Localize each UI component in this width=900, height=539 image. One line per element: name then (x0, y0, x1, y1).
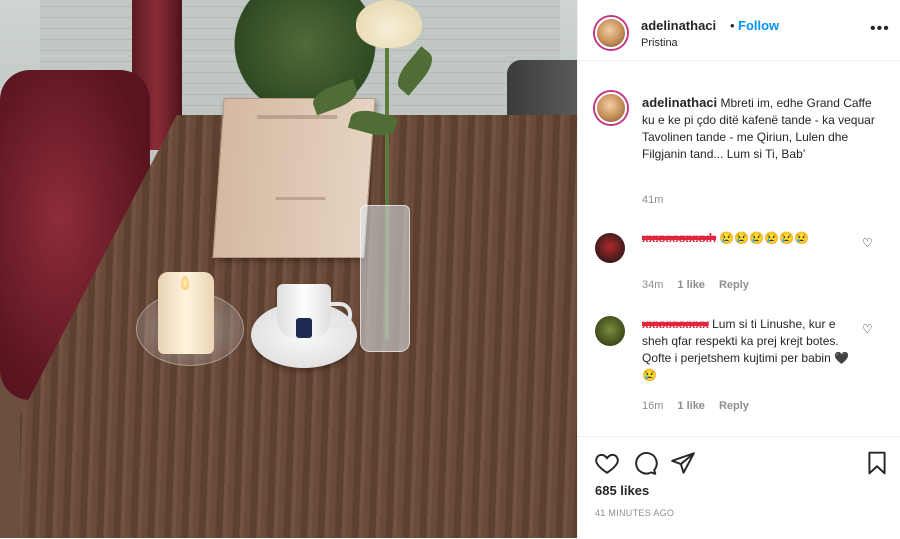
bookmark-icon[interactable] (864, 450, 890, 476)
comment-meta: 34m 1 like Reply (642, 279, 749, 291)
follow-button[interactable]: Follow (738, 18, 779, 33)
comment-text: xxxxxxxxxx Lum si ti Linushe, kur e sheh… (642, 316, 862, 384)
action-bar: 685 likes 41 minutes ago (578, 436, 900, 539)
comment-like-heart-icon[interactable]: ♡ (862, 236, 873, 250)
location-link[interactable]: Pristina (641, 37, 678, 49)
reply-button[interactable]: Reply (719, 279, 749, 291)
instagram-post: adelinathaci • Follow Pristina ••• adeli… (0, 0, 900, 538)
white-rose (356, 0, 422, 48)
post-sidebar: adelinathaci • Follow Pristina ••• adeli… (577, 0, 900, 538)
post-timestamp[interactable]: 41 minutes ago (595, 508, 674, 518)
author-username[interactable]: adelinathaci (641, 18, 716, 33)
post-photo[interactable] (0, 0, 577, 538)
cup-handle (326, 302, 352, 328)
likes-count[interactable]: 685 likes (595, 483, 649, 498)
more-horizontal-icon[interactable]: ••• (870, 21, 890, 37)
avatar[interactable] (595, 316, 625, 346)
caption-username[interactable]: adelinathaci (642, 95, 717, 110)
comment-like-heart-icon[interactable]: ♡ (862, 322, 873, 336)
comment-likes[interactable]: 1 like (677, 400, 705, 412)
share-icon[interactable] (670, 450, 696, 476)
redacted-username[interactable]: xxxxxxxxxxh (642, 231, 716, 245)
caption-text: adelinathaci Mbreti im, edhe Grand Caffe… (642, 94, 882, 163)
comment-icon[interactable] (632, 450, 658, 476)
cup-logo (296, 318, 312, 338)
redacted-username[interactable]: xxxxxxxxxx (642, 317, 709, 331)
comment-likes[interactable]: 1 like (677, 279, 705, 291)
avatar[interactable] (595, 92, 627, 124)
candle-flame (181, 276, 189, 290)
comment-text: xxxxxxxxxxh 😢😢😢😢😢😢 (642, 230, 862, 247)
avatar[interactable] (595, 17, 627, 49)
comment-timestamp[interactable]: 34m (642, 279, 663, 291)
reply-button[interactable]: Reply (719, 400, 749, 412)
crying-emoji-icon: 😢😢😢😢😢😢 (719, 231, 810, 245)
post-header: adelinathaci • Follow Pristina ••• (578, 0, 900, 61)
heart-icon[interactable] (594, 450, 620, 476)
comment-meta: 16m 1 like Reply (642, 400, 749, 412)
comment-timestamp[interactable]: 16m (642, 400, 663, 412)
avatar[interactable] (595, 233, 625, 263)
separator-dot: • (730, 18, 735, 33)
glass-vase (360, 205, 410, 352)
caption-timestamp[interactable]: 41m (642, 194, 663, 206)
